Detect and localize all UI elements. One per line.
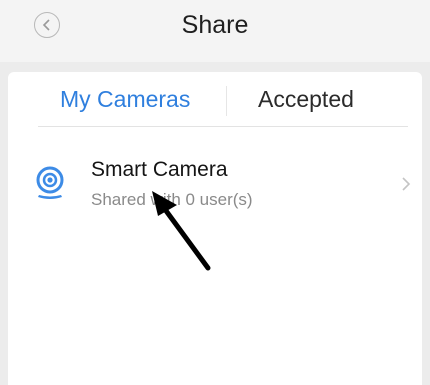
share-card: My Cameras Accepted Smart Camera Shared …	[8, 72, 422, 385]
tab-underline-divider	[38, 126, 408, 127]
chevron-right-icon	[402, 177, 411, 191]
tab-accepted[interactable]: Accepted	[258, 86, 354, 113]
tab-divider	[226, 86, 227, 116]
tab-bar: My Cameras Accepted	[8, 72, 422, 126]
page-title: Share	[181, 11, 249, 39]
tab-my-cameras[interactable]: My Cameras	[60, 86, 190, 113]
app-header: Share	[0, 0, 430, 62]
camera-name: Smart Camera	[91, 158, 228, 181]
camera-list-item[interactable]: Smart Camera Shared with 0 user(s)	[8, 148, 422, 220]
camera-share-status: Shared with 0 user(s)	[91, 190, 253, 209]
camera-icon	[36, 166, 64, 199]
